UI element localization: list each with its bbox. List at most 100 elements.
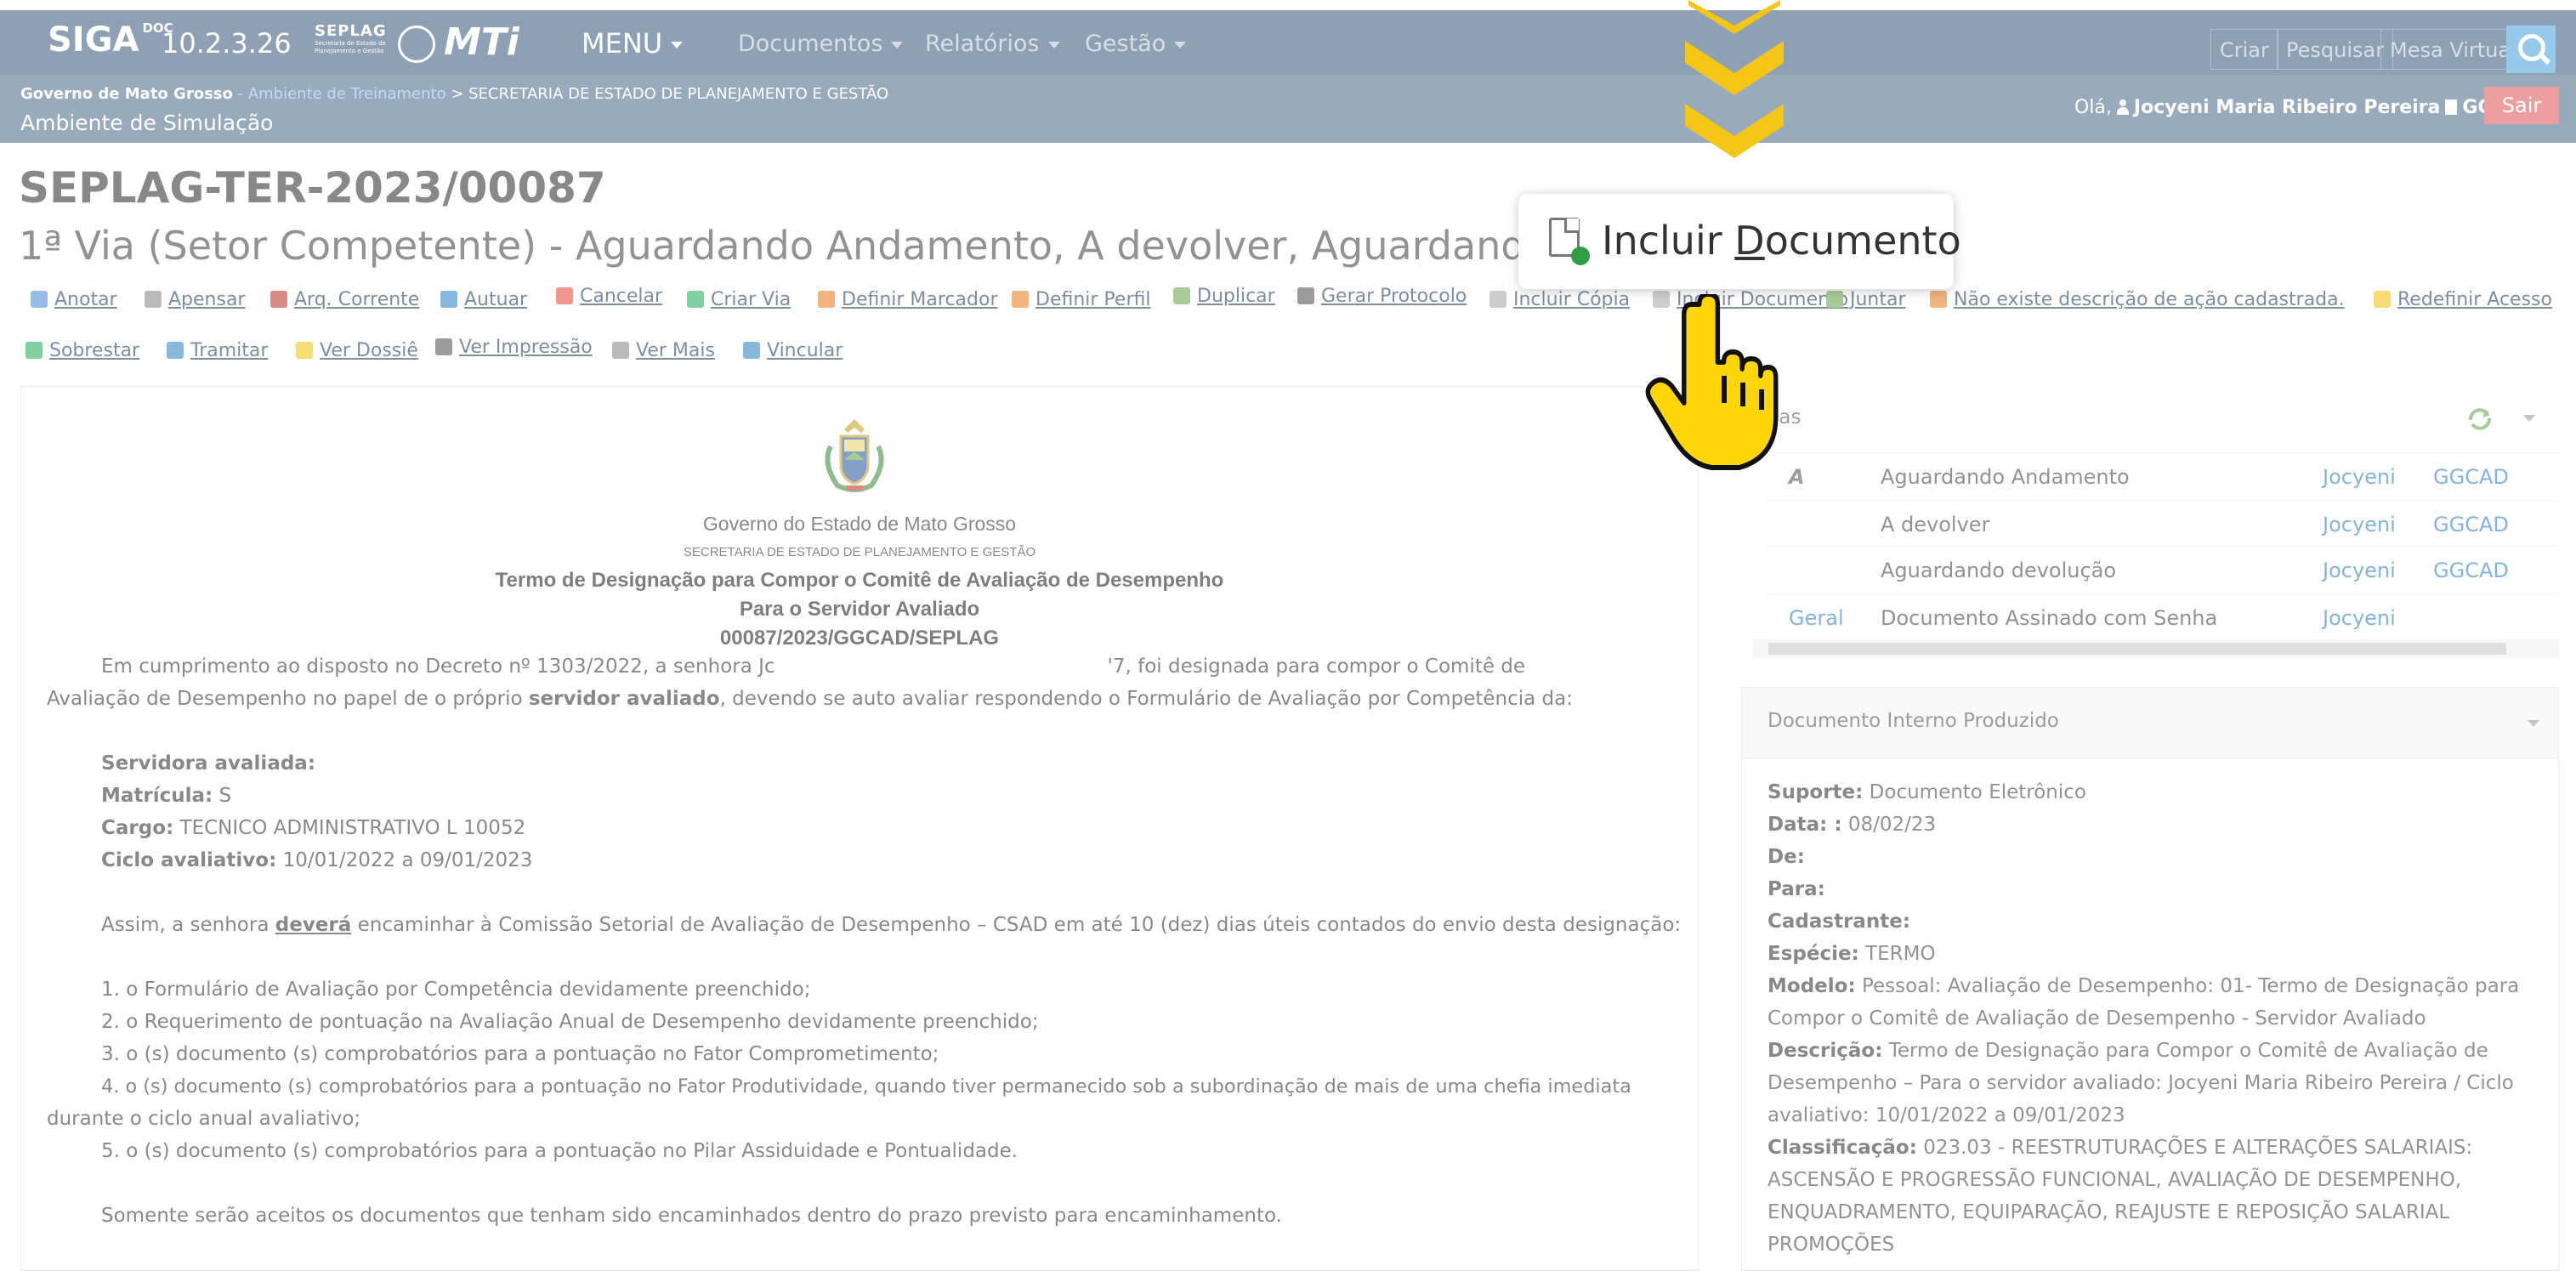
action-label: Duplicar [1197, 286, 1275, 307]
action-label: Redefinir Acesso [2397, 289, 2552, 310]
list-item: 3. o (s) documento (s) comprobatórios pa… [101, 1043, 939, 1065]
siga-logo[interactable]: SIGA DOC [48, 20, 173, 60]
action-icon [435, 338, 452, 355]
user-link[interactable]: Jocyeni [2323, 559, 2396, 582]
horizontal-scrollbar[interactable] [1753, 639, 2559, 658]
action-label: Sobrestar [49, 340, 140, 361]
action-ver-impressao[interactable]: Ver Impressão [435, 337, 593, 358]
info-modelo-cont: Compor o Comitê de Avaliação de Desempen… [1767, 1007, 2426, 1030]
action-label: Incluir Cópia [1513, 289, 1631, 310]
logout-button[interactable]: Sair [2484, 87, 2559, 124]
action-nao-existe-descricao-de-acao-cadastrada[interactable]: Não existe descrição de ação cadastrada. [1930, 289, 2345, 310]
mesa-virtual-button[interactable]: Mesa Virtual [2380, 29, 2526, 70]
info-para: Para: [1767, 878, 1825, 900]
action-gerar-protocolo[interactable]: Gerar Protocolo [1297, 286, 1467, 307]
user-info: Olá,Jocyeni Maria Ribeiro PereiraGGCAD [2074, 97, 2537, 118]
info-suporte: Suporte: Documento Eletrônico [1767, 781, 2086, 803]
list-item-cont: durante o ciclo anual avaliativo; [47, 1108, 361, 1130]
user-link[interactable]: Jocyeni [2323, 513, 2396, 536]
action-incluir-copia[interactable]: Incluir Cópia [1489, 289, 1630, 310]
action-label: Gerar Protocolo [1321, 286, 1467, 307]
action-icon [145, 291, 162, 308]
action-label: Definir Marcador [842, 289, 998, 310]
info-panel-header[interactable]: Documento Interno Produzido [1742, 688, 2558, 758]
action-ver-mais[interactable]: Ver Mais [612, 340, 715, 361]
info-classificacao-cont: ASCENSÃO E PROGRESSÃO FUNCIONAL, AVALIAÇ… [1767, 1169, 2462, 1191]
plus-icon [1571, 247, 1590, 265]
action-icon [1173, 287, 1190, 304]
doc-sec-header: SECRETARIA DE ESTADO DE PLANEJAMENTO E G… [683, 545, 1036, 559]
chevron-down-icon[interactable] [2528, 720, 2539, 727]
document-info-panel: Documento Interno Produzido Suporte: Doc… [1741, 687, 2559, 1271]
action-label: Autuar [464, 289, 528, 310]
action-ver-dossie[interactable]: Ver Dossiê [296, 340, 418, 361]
action-sobrestar[interactable]: Sobrestar [26, 340, 139, 361]
down-arrow-indicator [1685, 0, 1784, 158]
menu-gestao[interactable]: Gestão [1085, 31, 1187, 57]
action-icon [1489, 291, 1506, 308]
action-label: Vincular [767, 340, 843, 361]
action-juntar[interactable]: Juntar [1826, 289, 1906, 310]
chevron-down-icon[interactable] [2523, 415, 2535, 422]
action-criar-via[interactable]: Criar Via [687, 289, 791, 310]
action-label: Apensar [168, 289, 246, 310]
version-label: 10.2.3.26 [162, 27, 292, 60]
action-icon [31, 291, 48, 308]
action-icon [1297, 287, 1314, 304]
doc-title-line2: Para o Servidor Avaliado [739, 598, 980, 621]
unit-link[interactable]: GGCAD [2433, 465, 2509, 489]
pointer-hand-icon [1645, 294, 1779, 470]
user-link[interactable]: Jocyeni [2323, 606, 2396, 630]
info-descricao-cont: avaliativo: 10/01/2022 a 09/01/2023 [1767, 1104, 2125, 1126]
action-arq-corrente[interactable]: Arq. Corrente [270, 289, 419, 310]
building-icon [2445, 99, 2458, 115]
action-redefinir-acesso[interactable]: Redefinir Acesso [2374, 289, 2552, 310]
action-icon [1012, 291, 1029, 308]
action-anotar[interactable]: Anotar [31, 289, 117, 310]
table-row: Geral Documento Assinado com Senha Jocye… [1767, 593, 2559, 642]
info-modelo: Modelo: Pessoal: Avaliação de Desempenho… [1767, 975, 2520, 997]
menu-relatorios[interactable]: Relatórios [925, 31, 1060, 57]
list-item: 1. o Formulário de Avaliação por Competê… [101, 979, 811, 1001]
menu-documentos[interactable]: Documentos [738, 31, 904, 57]
doc-number: 00087/2023/GGCAD/SEPLAG [719, 627, 1000, 650]
action-icon [2374, 291, 2391, 308]
main-menu-button[interactable]: MENU [582, 27, 684, 60]
action-tramitar[interactable]: Tramitar [167, 340, 268, 361]
list-item: 2. o Requerimento de pontuação na Avalia… [101, 1011, 1039, 1033]
table-row: A Aguardando Andamento Jocyeni GGCAD [1767, 452, 2559, 501]
action-apensar[interactable]: Apensar [145, 289, 245, 310]
refresh-icon[interactable] [2465, 406, 2494, 432]
action-definir-perfil[interactable]: Definir Perfil [1012, 289, 1150, 310]
info-descricao-cont: Desempenho – Para o servidor avaliado: J… [1767, 1072, 2514, 1094]
incluir-documento-highlight[interactable]: Incluir Documento [1518, 194, 1961, 289]
scrollbar-thumb[interactable] [1768, 643, 2506, 655]
action-duplicar[interactable]: Duplicar [1173, 286, 1275, 307]
context-bar: Governo de Mato Grosso - Ambiente de Tre… [0, 75, 2576, 143]
pesquisar-button[interactable]: Pesquisar [2277, 29, 2394, 70]
action-icon [296, 342, 313, 359]
info-de: De: [1767, 846, 1805, 868]
search-button[interactable] [2506, 26, 2556, 73]
action-cancelar[interactable]: Cancelar [556, 286, 662, 307]
action-label: Cancelar [580, 286, 663, 307]
scope-link[interactable]: Geral [1789, 606, 1844, 630]
criar-button[interactable]: Criar [2210, 29, 2278, 70]
action-icon [167, 342, 184, 359]
servidora-line: Servidora avaliada: [101, 752, 316, 775]
document-code: SEPLAG-TER-2023/00087 [19, 163, 606, 213]
action-icon [818, 291, 835, 308]
unit-link[interactable]: GGCAD [2433, 559, 2509, 582]
action-icon [1930, 291, 1947, 308]
action-vincular[interactable]: Vincular [743, 340, 843, 361]
action-definir-marcador[interactable]: Definir Marcador [818, 289, 998, 310]
list-item: 5. o (s) documento (s) comprobatórios pa… [101, 1140, 1018, 1162]
paragraph-1: Em cumprimento ao disposto no Decreto nº… [101, 655, 1526, 678]
action-label: Ver Mais [636, 340, 715, 361]
unit-link[interactable]: GGCAD [2433, 513, 2509, 536]
action-icon [26, 342, 43, 359]
info-especie: Espécie: TERMO [1767, 943, 1936, 965]
user-link[interactable]: Jocyeni [2323, 465, 2396, 489]
chevron-down-icon [1174, 41, 1187, 48]
action-autuar[interactable]: Autuar [440, 289, 527, 310]
